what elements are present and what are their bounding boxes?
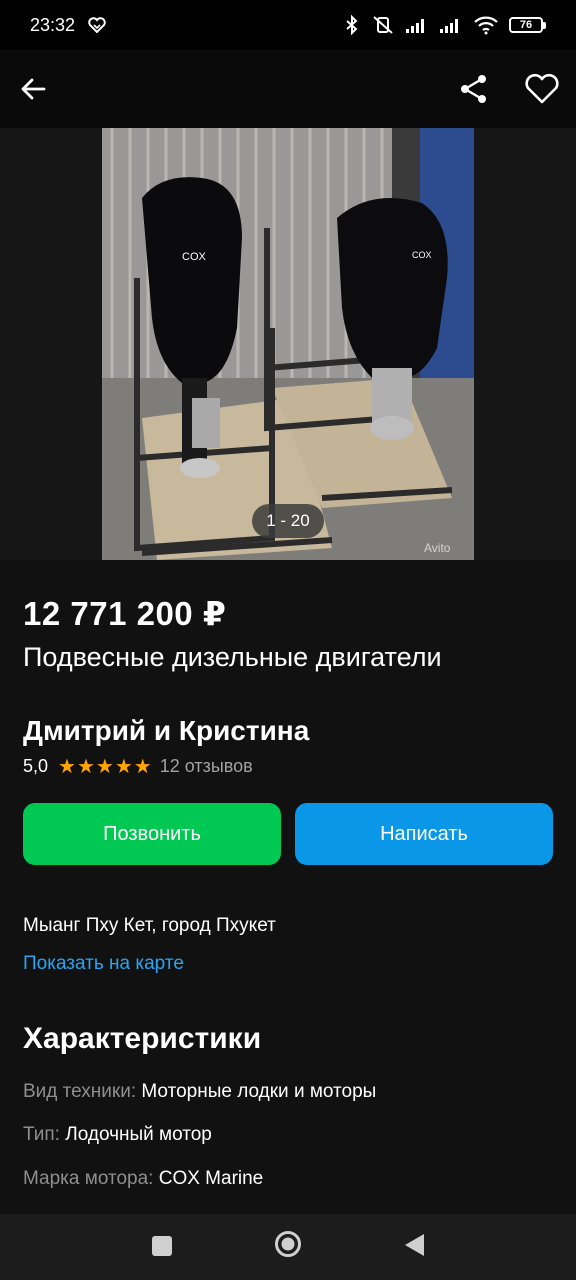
vibrate-off-icon bbox=[373, 16, 393, 34]
characteristics-title: Характеристики bbox=[23, 1022, 262, 1055]
status-bar: 23:32 76 bbox=[0, 0, 576, 50]
show-on-map-link[interactable]: Показать на карте bbox=[23, 953, 184, 975]
spec-row: Тип: Лодочный мотор bbox=[23, 1124, 212, 1146]
photo-counter: 1 - 20 bbox=[252, 504, 324, 538]
svg-text:COX: COX bbox=[182, 251, 207, 263]
recents-icon[interactable] bbox=[152, 1236, 172, 1256]
wifi-icon bbox=[474, 16, 498, 35]
write-button[interactable]: Написать bbox=[295, 803, 553, 865]
photo-gallery[interactable]: COX COX Avito 1 - 20 bbox=[0, 128, 576, 560]
star-icon: ★ bbox=[114, 755, 133, 778]
heart-icon[interactable] bbox=[522, 71, 562, 107]
rating-value: 5,0 bbox=[23, 756, 49, 776]
share-icon[interactable] bbox=[456, 71, 492, 107]
system-nav-bar bbox=[0, 1214, 576, 1280]
star-icon: ★ bbox=[95, 755, 114, 778]
listing-photo[interactable]: COX COX Avito bbox=[102, 128, 474, 560]
spec-row: Марка мотора: COX Marine bbox=[23, 1168, 263, 1190]
svg-text:COX: COX bbox=[412, 250, 432, 260]
spec-value: COX Marine bbox=[158, 1168, 264, 1189]
star-icon: ★ bbox=[76, 755, 95, 778]
photo-watermark: Avito bbox=[424, 541, 451, 555]
status-time: 23:32 bbox=[30, 14, 76, 35]
spec-key: Марка мотора: bbox=[23, 1168, 154, 1189]
nav-back-icon[interactable] bbox=[402, 1232, 426, 1258]
seller-rating[interactable]: 5,0 ★ ★ ★ ★ ★ 12 отзывов bbox=[23, 756, 253, 777]
rating-stars: ★ ★ ★ ★ ★ bbox=[58, 757, 152, 777]
listing-details: 12 771 200 ₽ Подвесные дизельные двигате… bbox=[0, 560, 576, 1214]
star-icon: ★ bbox=[58, 755, 76, 778]
status-icons: 76 bbox=[343, 15, 546, 35]
listing-address: Мыанг Пху Кет, город Пхукет bbox=[23, 915, 276, 936]
seller-name[interactable]: Дмитрий и Кристина bbox=[23, 715, 309, 747]
spec-key: Тип: bbox=[23, 1124, 60, 1145]
spec-key: Вид техники: bbox=[23, 1081, 137, 1102]
reviews-count[interactable]: 12 отзывов bbox=[160, 756, 253, 777]
back-arrow-icon[interactable] bbox=[16, 71, 52, 107]
top-app-bar bbox=[0, 50, 576, 128]
battery-level: 76 bbox=[519, 19, 533, 31]
spec-value: Моторные лодки и моторы bbox=[141, 1081, 377, 1102]
listing-title: Подвесные дизельные двигатели bbox=[23, 642, 442, 672]
spec-row: Вид техники: Моторные лодки и моторы bbox=[23, 1081, 376, 1103]
battery-icon: 76 bbox=[509, 17, 546, 33]
home-icon[interactable] bbox=[274, 1230, 302, 1258]
star-icon: ★ bbox=[133, 755, 152, 778]
call-button[interactable]: Позвонить bbox=[23, 803, 281, 865]
bluetooth-icon bbox=[346, 15, 358, 35]
signal-icon bbox=[440, 19, 458, 33]
spec-value: Лодочный мотор bbox=[65, 1124, 212, 1145]
listing-price: 12 771 200 ₽ bbox=[23, 595, 227, 632]
signal-icon bbox=[406, 19, 424, 33]
notification-heart-icon bbox=[88, 17, 106, 34]
